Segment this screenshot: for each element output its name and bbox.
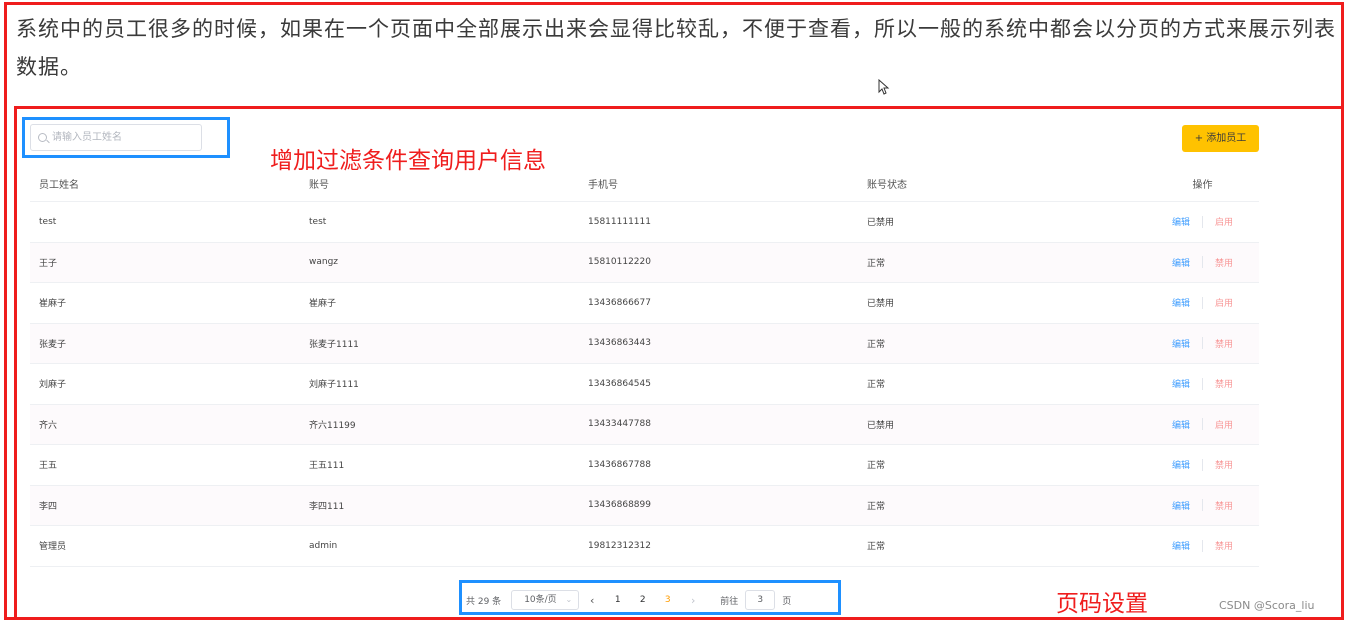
cell-actions: 编辑 禁用 <box>1146 458 1259 471</box>
toggle-status-link[interactable]: 禁用 <box>1215 499 1233 512</box>
cell-account: admin <box>309 540 338 551</box>
cell-account: 刘麻子1111 <box>309 380 359 391</box>
table-row: 崔麻子 崔麻子 13436866677 已禁用 编辑 启用 <box>30 283 1259 324</box>
toggle-status-link[interactable]: 启用 <box>1215 418 1233 431</box>
cell-name: 王五 <box>39 461 58 472</box>
toggle-status-link[interactable]: 禁用 <box>1215 256 1233 269</box>
edit-link[interactable]: 编辑 <box>1172 499 1190 512</box>
cell-phone: 19812312312 <box>588 540 651 551</box>
cell-account: 张麦子1111 <box>309 339 359 350</box>
cell-status: 已禁用 <box>867 299 895 310</box>
header-name: 员工姓名 <box>39 180 79 191</box>
table-header: 员工姓名 账号 手机号 账号状态 操作 <box>30 166 1259 202</box>
cell-phone: 13436863443 <box>588 338 651 349</box>
cell-name: test <box>39 216 57 227</box>
cell-account: 崔麻子 <box>309 299 337 310</box>
cell-actions: 编辑 启用 <box>1146 418 1259 431</box>
watermark: CSDN @Scora_liu <box>1219 599 1315 612</box>
cell-actions: 编辑 启用 <box>1146 296 1259 309</box>
edit-link[interactable]: 编辑 <box>1172 539 1190 552</box>
cell-status: 正常 <box>867 501 886 512</box>
edit-link[interactable]: 编辑 <box>1172 256 1190 269</box>
edit-link[interactable]: 编辑 <box>1172 377 1190 390</box>
cell-account: 李四111 <box>309 501 345 512</box>
action-divider <box>1202 337 1203 350</box>
highlight-box-pagination <box>459 580 841 615</box>
table-row: 张麦子 张麦子1111 13436863443 正常 编辑 禁用 <box>30 323 1259 364</box>
cell-account: 王五111 <box>309 461 345 472</box>
table-row: 李四 李四111 13436868899 正常 编辑 禁用 <box>30 485 1259 526</box>
action-divider <box>1202 377 1203 390</box>
action-divider <box>1202 215 1203 228</box>
action-divider <box>1202 499 1203 512</box>
cell-status: 正常 <box>867 380 886 391</box>
action-divider <box>1202 418 1203 431</box>
header-actions: 操作 <box>1192 180 1213 191</box>
pagination-annotation: 页码设置 <box>1056 591 1148 617</box>
cell-actions: 编辑 启用 <box>1146 215 1259 228</box>
employee-table: 员工姓名 账号 手机号 账号状态 操作 test test 15811111111 已… <box>30 166 1259 567</box>
highlight-box-search <box>22 117 230 158</box>
toggle-status-link[interactable]: 禁用 <box>1215 539 1233 552</box>
cell-actions: 编辑 禁用 <box>1146 539 1259 552</box>
table-row: test test 15811111111 已禁用 编辑 启用 <box>30 202 1259 243</box>
cell-phone: 13436868899 <box>588 500 651 511</box>
action-divider <box>1202 539 1203 552</box>
cell-name: 刘麻子 <box>39 380 67 391</box>
cell-name: 管理员 <box>39 542 67 553</box>
cell-phone: 13436864545 <box>588 378 651 389</box>
table-body: test test 15811111111 已禁用 编辑 启用 王子 wangz 1581011… <box>30 202 1259 567</box>
add-employee-button[interactable]: + 添加员工 <box>1182 125 1259 152</box>
header-status: 账号状态 <box>867 180 907 191</box>
table-row: 刘麻子 刘麻子1111 13436864545 正常 编辑 禁用 <box>30 364 1259 405</box>
table-row: 管理员 admin 19812312312 正常 编辑 禁用 <box>30 526 1259 567</box>
table-row: 王五 王五111 13436867788 正常 编辑 禁用 <box>30 445 1259 486</box>
table-row: 王子 wangz 15810112220 正常 编辑 禁用 <box>30 242 1259 283</box>
action-divider <box>1202 296 1203 309</box>
edit-link[interactable]: 编辑 <box>1172 418 1190 431</box>
cell-status: 正常 <box>867 258 886 269</box>
header-account: 账号 <box>309 180 329 191</box>
edit-link[interactable]: 编辑 <box>1172 458 1190 471</box>
cell-account: 齐六11199 <box>309 420 356 431</box>
cell-actions: 编辑 禁用 <box>1146 256 1259 269</box>
cell-status: 正常 <box>867 461 886 472</box>
toggle-status-link[interactable]: 启用 <box>1215 296 1233 309</box>
cell-name: 李四 <box>39 501 58 512</box>
cell-status: 已禁用 <box>867 218 895 229</box>
edit-link[interactable]: 编辑 <box>1172 296 1190 309</box>
cell-actions: 编辑 禁用 <box>1146 499 1259 512</box>
cell-actions: 编辑 禁用 <box>1146 377 1259 390</box>
cell-phone: 15811111111 <box>588 216 651 227</box>
cell-name: 王子 <box>39 258 58 269</box>
cell-name: 齐六 <box>39 420 58 431</box>
cell-phone: 13436866677 <box>588 297 651 308</box>
toggle-status-link[interactable]: 禁用 <box>1215 337 1233 350</box>
cell-account: test <box>309 216 327 227</box>
cell-phone: 13436867788 <box>588 459 651 470</box>
cell-phone: 15810112220 <box>588 257 651 268</box>
cell-phone: 13433447788 <box>588 419 651 430</box>
action-divider <box>1202 458 1203 471</box>
cell-name: 崔麻子 <box>39 299 67 310</box>
cell-status: 正常 <box>867 542 886 553</box>
cell-status: 正常 <box>867 339 886 350</box>
toggle-status-link[interactable]: 禁用 <box>1215 458 1233 471</box>
cell-account: wangz <box>309 257 339 268</box>
header-phone: 手机号 <box>588 180 618 191</box>
action-divider <box>1202 256 1203 269</box>
toggle-status-link[interactable]: 启用 <box>1215 215 1233 228</box>
cell-status: 已禁用 <box>867 420 895 431</box>
cell-name: 张麦子 <box>39 339 67 350</box>
edit-link[interactable]: 编辑 <box>1172 215 1190 228</box>
edit-link[interactable]: 编辑 <box>1172 337 1190 350</box>
toggle-status-link[interactable]: 禁用 <box>1215 377 1233 390</box>
cell-actions: 编辑 禁用 <box>1146 337 1259 350</box>
table-row: 齐六 齐六11199 13433447788 已禁用 编辑 启用 <box>30 404 1259 445</box>
